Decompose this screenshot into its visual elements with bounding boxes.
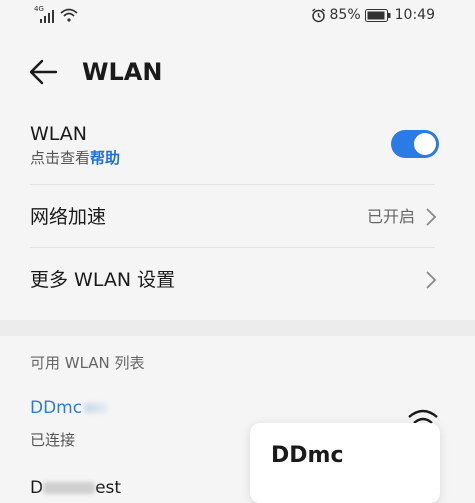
network-name: DDmc [30,396,109,420]
back-arrow-icon[interactable] [28,56,60,88]
toggle-knob [414,133,436,155]
section-gap [0,320,475,336]
signal-type-label: 4G [34,5,44,13]
wlan-help-hint: 点击查看帮助 [30,148,120,168]
page-title: WLAN [82,58,163,86]
battery-percent: 85% [329,7,361,23]
name-blur [43,482,96,494]
app-header: WLAN [0,50,475,94]
network-name-start: D [30,478,44,498]
network-name: Dest [30,476,121,500]
network-acceleration-label: 网络加速 [30,206,107,228]
network-acceleration-row[interactable]: 网络加速 已开启 [0,185,475,247]
more-wlan-settings-label: 更多 WLAN 设置 [30,269,176,291]
wifi-status-icon [60,8,78,22]
clock: 10:49 [394,7,435,23]
name-blur [84,403,109,413]
popup-title: DDmc [271,443,344,468]
status-bar: 4G 85% 10:49 [0,0,475,32]
wlan-toggle-switch[interactable] [391,130,439,158]
wlan-toggle-row[interactable]: WLAN 点击查看帮助 [0,120,475,184]
cellular-signal-icon: 4G [34,5,56,23]
network-acceleration-value: 已开启 [366,207,415,226]
available-networks-title: 可用 WLAN 列表 [30,354,145,372]
network-name-end: est [95,478,122,498]
help-hint-text: 点击查看 [30,149,91,167]
network-status: 已连接 [30,431,76,449]
network-name-text: DDmc [30,398,83,418]
alarm-icon [311,7,325,22]
help-link[interactable]: 帮助 [90,149,120,167]
network-popup-card[interactable]: DDmc [250,423,440,503]
wlan-label: WLAN [30,123,88,145]
chevron-right-icon [426,208,437,226]
chevron-right-icon [426,271,437,289]
battery-icon [364,8,391,22]
more-wlan-settings-row[interactable]: 更多 WLAN 设置 [0,248,475,312]
